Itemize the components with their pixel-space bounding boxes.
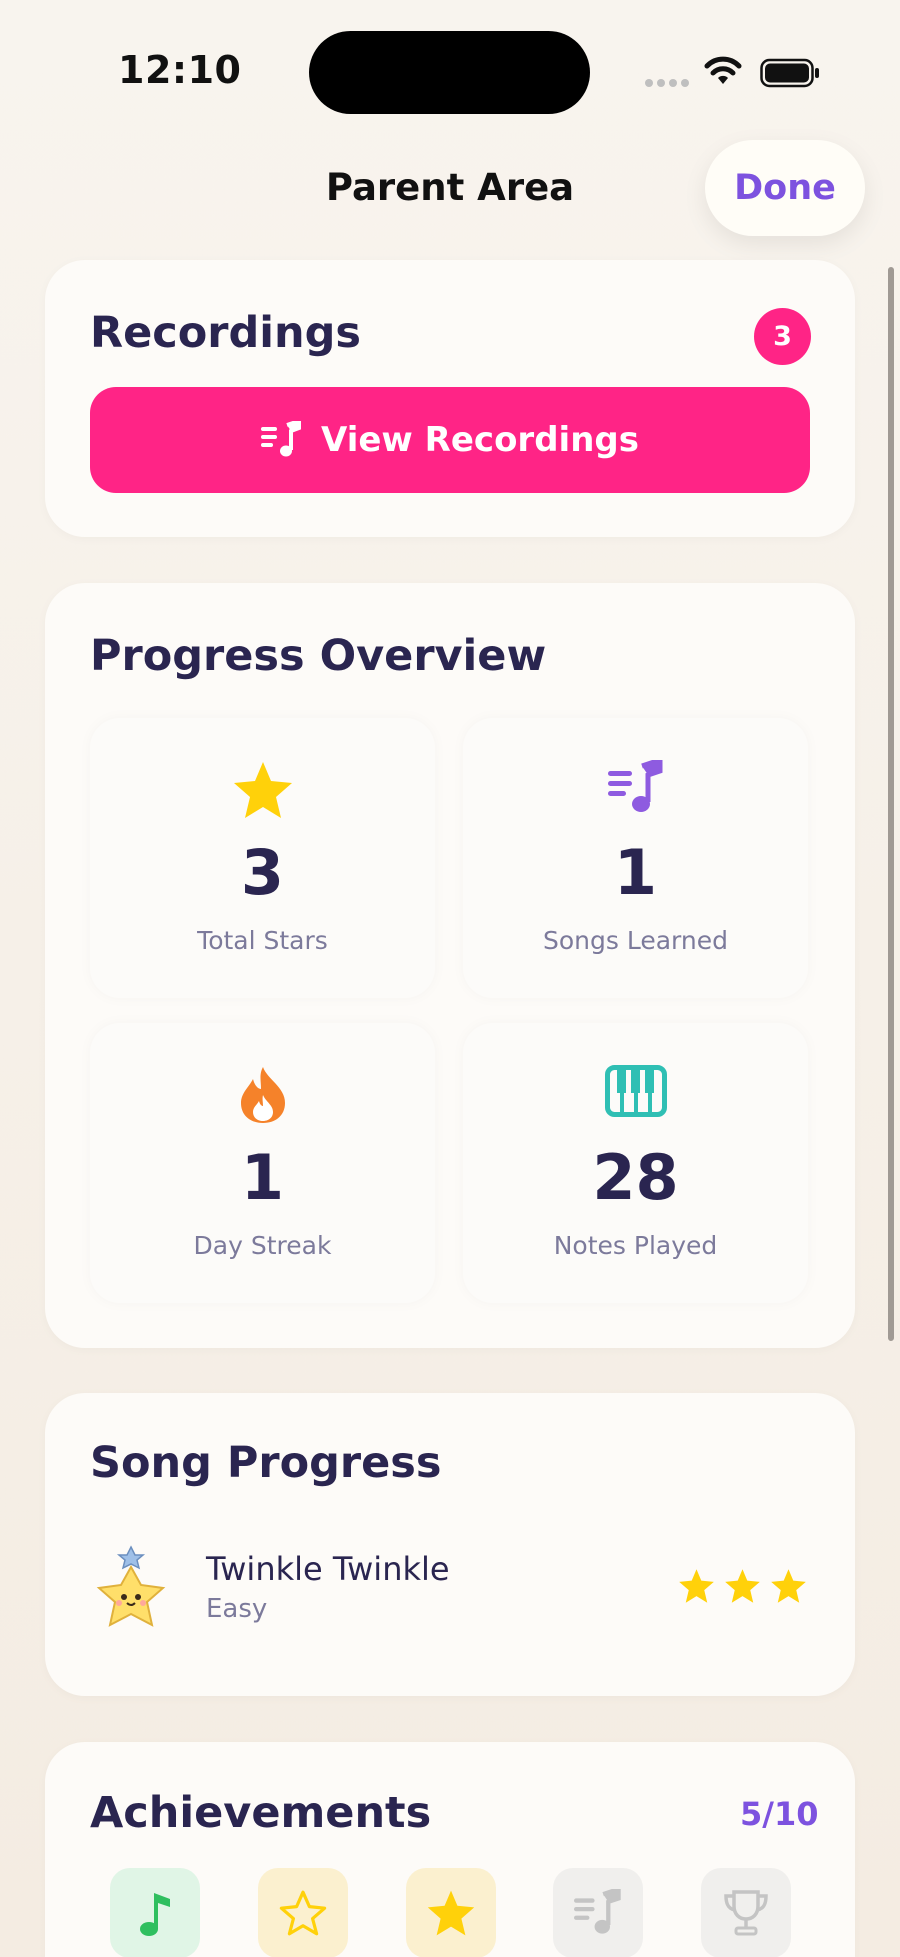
dynamic-island bbox=[309, 31, 590, 114]
status-bar: 12:10 bbox=[0, 0, 900, 140]
music-list-icon bbox=[261, 421, 301, 457]
recordings-title: Recordings bbox=[90, 308, 362, 358]
view-recordings-button[interactable]: View Recordings bbox=[90, 387, 810, 493]
stat-day-streak: 1 Day Streak bbox=[90, 1023, 435, 1303]
achievement-badge[interactable] bbox=[553, 1868, 643, 1957]
stat-notes-played: 28 Notes Played bbox=[463, 1023, 808, 1303]
view-recordings-label: View Recordings bbox=[321, 420, 639, 460]
song-difficulty: Easy bbox=[206, 1594, 268, 1624]
stat-value: 1 bbox=[240, 1141, 285, 1214]
song-progress-card: Song Progress Twinkle Twinkle Easy bbox=[45, 1393, 855, 1696]
star-icon bbox=[427, 1890, 475, 1936]
song-progress-title: Song Progress bbox=[90, 1438, 442, 1488]
star-icon bbox=[679, 1569, 714, 1603]
recordings-card: Recordings 3 View Recordings bbox=[45, 260, 855, 537]
star-outline-icon bbox=[279, 1890, 327, 1936]
star-mascot-icon bbox=[96, 1545, 166, 1627]
star-icon bbox=[771, 1569, 806, 1603]
stat-value: 3 bbox=[240, 836, 285, 909]
stat-label: Day Streak bbox=[193, 1231, 332, 1260]
status-time: 12:10 bbox=[118, 48, 242, 92]
music-list-icon bbox=[607, 760, 662, 812]
stat-label: Songs Learned bbox=[543, 926, 728, 955]
cellular-signal-icon bbox=[645, 79, 689, 87]
stat-label: Notes Played bbox=[553, 1231, 718, 1260]
wifi-icon bbox=[704, 56, 742, 84]
achievement-badge[interactable] bbox=[110, 1868, 200, 1957]
stat-total-stars: 3 Total Stars bbox=[90, 718, 435, 998]
song-title: Twinkle Twinkle bbox=[206, 1550, 450, 1588]
star-icon bbox=[233, 762, 292, 818]
achievements-title: Achievements bbox=[90, 1788, 432, 1838]
trophy-icon bbox=[724, 1890, 768, 1936]
stat-songs-learned: 1 Songs Learned bbox=[463, 718, 808, 998]
achievement-badge[interactable] bbox=[406, 1868, 496, 1957]
song-star-rating bbox=[678, 1568, 807, 1604]
achievement-badge[interactable] bbox=[701, 1868, 791, 1957]
achievements-count: 5/10 bbox=[740, 1795, 819, 1833]
star-icon bbox=[725, 1569, 760, 1603]
music-list-icon bbox=[574, 1889, 621, 1934]
achievements-card: Achievements 5/10 bbox=[45, 1742, 855, 1957]
flame-icon bbox=[240, 1067, 285, 1123]
done-button[interactable]: Done bbox=[705, 140, 865, 236]
recordings-count-badge: 3 bbox=[754, 308, 811, 365]
piano-icon bbox=[604, 1065, 667, 1117]
music-note-icon bbox=[140, 1893, 170, 1936]
stat-value: 28 bbox=[592, 1141, 679, 1214]
progress-title: Progress Overview bbox=[90, 631, 547, 681]
stat-value: 1 bbox=[613, 836, 658, 909]
stat-label: Total Stars bbox=[197, 926, 328, 955]
achievement-badge[interactable] bbox=[258, 1868, 348, 1957]
progress-overview-card: Progress Overview 3 Total Stars 1 Songs … bbox=[45, 583, 855, 1348]
battery-icon bbox=[760, 58, 819, 88]
scrollbar[interactable] bbox=[888, 267, 894, 1341]
